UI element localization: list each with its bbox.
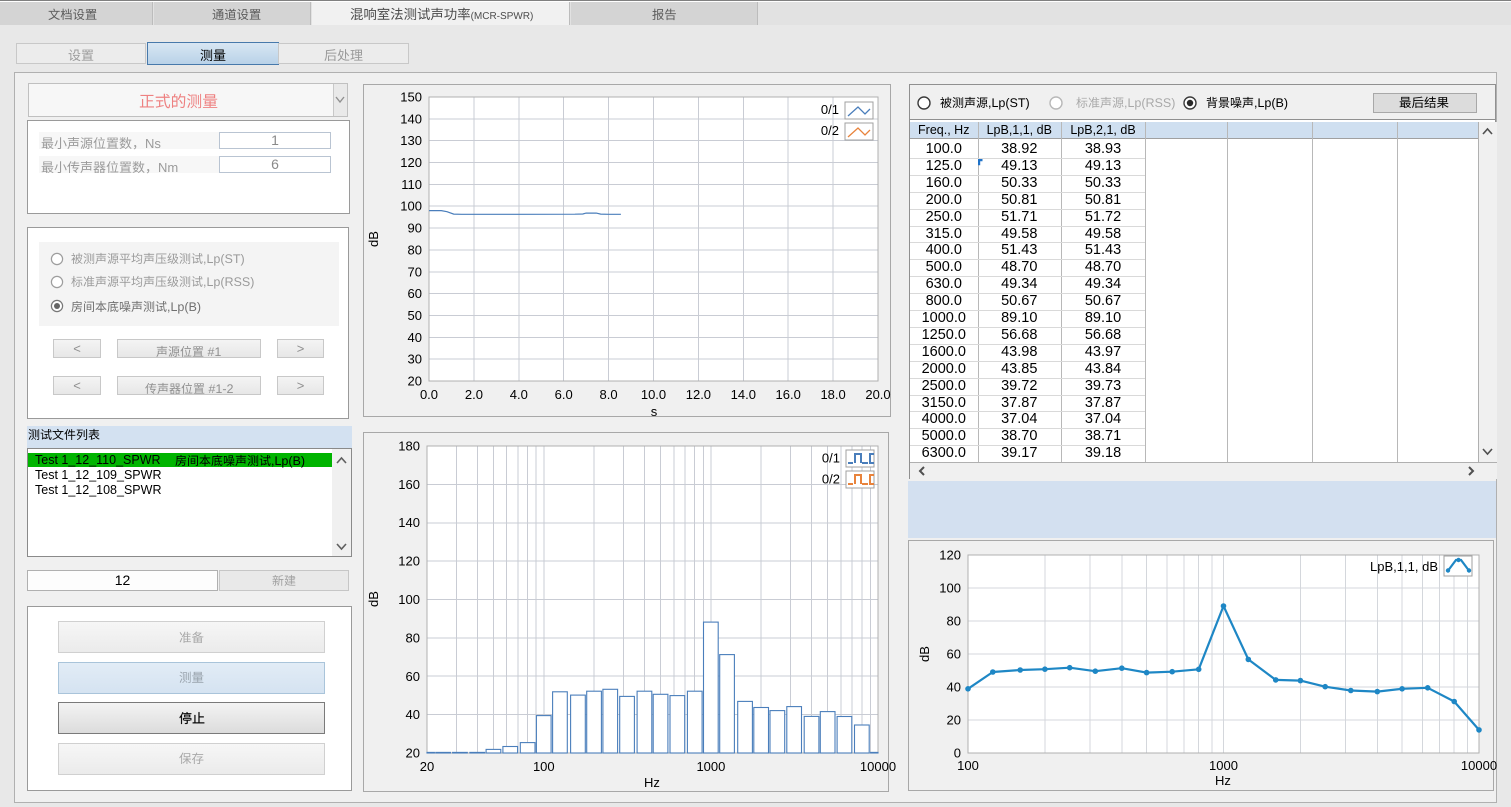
- svg-text:90: 90: [408, 221, 422, 236]
- svg-text:80: 80: [406, 630, 420, 645]
- svg-text:Hz: Hz: [644, 775, 660, 790]
- svg-text:80: 80: [408, 242, 422, 257]
- svg-text:40: 40: [947, 680, 961, 695]
- svg-text:2.0: 2.0: [465, 387, 483, 402]
- svg-text:0/2: 0/2: [822, 472, 840, 487]
- svg-text:150: 150: [400, 90, 422, 105]
- svg-text:1000: 1000: [696, 759, 725, 774]
- svg-text:120: 120: [398, 554, 420, 569]
- svg-text:0/2: 0/2: [821, 123, 839, 138]
- svg-text:100: 100: [939, 581, 961, 596]
- svg-text:140: 140: [400, 111, 422, 126]
- svg-text:0/1: 0/1: [821, 102, 839, 117]
- svg-text:20.0: 20.0: [865, 387, 890, 402]
- svg-text:dB: dB: [366, 591, 381, 607]
- svg-text:LpB,1,1, dB: LpB,1,1, dB: [1370, 559, 1438, 574]
- svg-text:4.0: 4.0: [510, 387, 528, 402]
- svg-text:100: 100: [533, 759, 555, 774]
- svg-text:110: 110: [401, 177, 422, 192]
- svg-text:0/1: 0/1: [822, 451, 840, 466]
- svg-text:50: 50: [408, 308, 422, 323]
- svg-text:160: 160: [398, 477, 420, 492]
- svg-text:Hz: Hz: [1215, 773, 1231, 788]
- svg-text:1000: 1000: [1209, 758, 1238, 773]
- svg-text:130: 130: [400, 133, 422, 148]
- svg-text:20: 20: [406, 746, 420, 761]
- svg-text:60: 60: [408, 286, 422, 301]
- svg-text:120: 120: [939, 548, 961, 563]
- svg-text:140: 140: [398, 515, 420, 530]
- svg-text:s: s: [651, 404, 658, 419]
- svg-text:100: 100: [957, 758, 979, 773]
- svg-text:0.0: 0.0: [420, 387, 438, 402]
- svg-text:80: 80: [947, 614, 961, 629]
- svg-text:20: 20: [947, 713, 961, 728]
- svg-text:60: 60: [947, 647, 961, 662]
- svg-text:dB: dB: [917, 646, 932, 662]
- svg-text:16.0: 16.0: [776, 387, 801, 402]
- svg-text:10000: 10000: [860, 759, 896, 774]
- svg-text:100: 100: [400, 199, 422, 214]
- svg-text:60: 60: [406, 669, 420, 684]
- svg-text:6.0: 6.0: [555, 387, 573, 402]
- svg-text:10000: 10000: [1461, 758, 1497, 773]
- svg-text:30: 30: [408, 352, 422, 367]
- svg-text:180: 180: [398, 439, 420, 454]
- svg-text:dB: dB: [366, 231, 381, 247]
- svg-text:70: 70: [408, 264, 422, 279]
- svg-text:120: 120: [400, 155, 422, 170]
- svg-text:100: 100: [398, 592, 420, 607]
- svg-text:10.0: 10.0: [641, 387, 666, 402]
- svg-text:40: 40: [408, 330, 422, 345]
- svg-text:8.0: 8.0: [600, 387, 618, 402]
- svg-text:20: 20: [420, 759, 434, 774]
- svg-text:14.0: 14.0: [731, 387, 756, 402]
- svg-text:18.0: 18.0: [820, 387, 845, 402]
- svg-text:12.0: 12.0: [686, 387, 711, 402]
- svg-text:40: 40: [406, 707, 420, 722]
